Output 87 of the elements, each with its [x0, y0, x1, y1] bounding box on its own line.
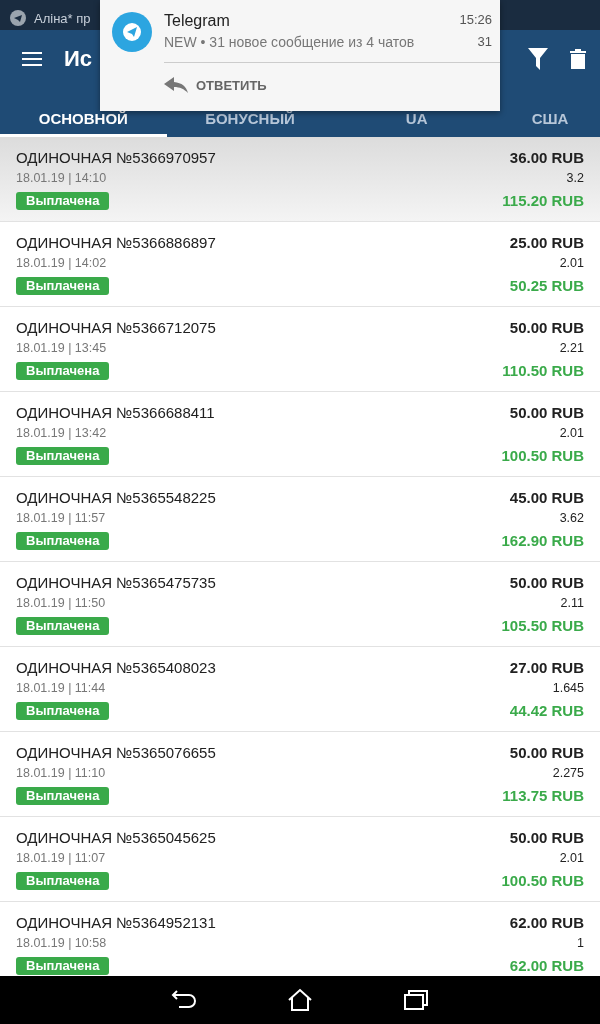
- bet-row[interactable]: ОДИНОЧНАЯ №5365045625 18.01.19 | 11:07 Выплачена 50.00 RUB 2.01 100.50 RUB: [0, 817, 600, 902]
- payout-amount: 100.50 RUB: [501, 447, 584, 465]
- bet-title: ОДИНОЧНАЯ №5365548225: [16, 489, 216, 507]
- bet-date: 18.01.19 | 13:42: [16, 425, 108, 442]
- odds-value: 2.11: [560, 595, 584, 612]
- payout-amount: 115.20 RUB: [502, 192, 584, 210]
- status-badge: Выплачена: [16, 192, 110, 210]
- bet-title: ОДИНОЧНАЯ №5364952131: [16, 914, 216, 932]
- odds-value: 2.01: [559, 255, 584, 272]
- telegram-icon: [112, 12, 152, 52]
- bet-date: 18.01.19 | 14:10: [16, 170, 108, 187]
- bet-date: 18.01.19 | 11:07: [16, 850, 107, 867]
- app-name: Telegram: [164, 12, 230, 30]
- bet-row[interactable]: ОДИНОЧНАЯ №5366886897 18.01.19 | 14:02 Выплачена 25.00 RUB 2.01 50.25 RUB: [0, 222, 600, 307]
- bet-date: 18.01.19 | 10:58: [16, 935, 108, 952]
- bet-date: 18.01.19 | 13:45: [16, 340, 108, 357]
- stake-amount: 50.00 RUB: [509, 829, 584, 847]
- bet-date: 18.01.19 | 11:44: [16, 680, 107, 697]
- status-badge: Выплачена: [16, 957, 110, 975]
- bet-row[interactable]: ОДИНОЧНАЯ №5366688411 18.01.19 | 13:42 Выплачена 50.00 RUB 2.01 100.50 RUB: [0, 392, 600, 477]
- stake-amount: 36.00 RUB: [509, 149, 584, 167]
- payout-amount: 113.75 RUB: [502, 787, 584, 805]
- status-badge: Выплачена: [16, 872, 110, 890]
- bet-date: 18.01.19 | 11:50: [16, 595, 107, 612]
- payout-amount: 110.50 RUB: [502, 362, 584, 380]
- stake-amount: 45.00 RUB: [509, 489, 584, 507]
- payout-amount: 162.90 RUB: [501, 532, 584, 550]
- odds-value: 2.01: [559, 425, 584, 442]
- recent-apps-button[interactable]: [403, 989, 429, 1011]
- payout-amount: 50.25 RUB: [509, 277, 584, 295]
- payout-amount: 105.50 RUB: [501, 617, 584, 635]
- bet-row[interactable]: ОДИНОЧНАЯ №5366970957 18.01.19 | 14:10 Выплачена 36.00 RUB 3.2 115.20 RUB: [0, 137, 600, 222]
- odds-value: 2.21: [559, 340, 584, 357]
- bet-title: ОДИНОЧНАЯ №5366688411: [16, 404, 215, 422]
- status-badge: Выплачена: [16, 787, 110, 805]
- stake-amount: 62.00 RUB: [509, 914, 584, 932]
- status-badge: Выплачена: [16, 702, 110, 720]
- notification-card[interactable]: Telegram 15:26 NEW • 31 новое сообщение из 4 чатов 31 ОТВЕТИТЬ: [100, 0, 500, 111]
- odds-value: 2.275: [552, 765, 584, 782]
- bet-date: 18.01.19 | 14:02: [16, 255, 108, 272]
- trash-icon[interactable]: [570, 49, 586, 69]
- notification-ticker: Аліна* пр: [34, 10, 91, 26]
- odds-value: 2.01: [559, 850, 584, 867]
- bet-title: ОДИНОЧНАЯ №5366970957: [16, 149, 216, 167]
- bet-title: ОДИНОЧНАЯ №5365076655: [16, 744, 216, 762]
- stake-amount: 50.00 RUB: [509, 744, 584, 762]
- home-button[interactable]: [287, 988, 313, 1012]
- bet-date: 18.01.19 | 11:57: [16, 510, 107, 527]
- bet-row[interactable]: ОДИНОЧНАЯ №5365076655 18.01.19 | 11:10 Выплачена 50.00 RUB 2.275 113.75 RUB: [0, 732, 600, 817]
- reply-icon: [164, 77, 188, 93]
- notification-time: 15:26: [459, 12, 492, 29]
- status-badge: Выплачена: [16, 447, 110, 465]
- bet-row[interactable]: ОДИНОЧНАЯ №5365408023 18.01.19 | 11:44 Выплачена 27.00 RUB 1.645 44.42 RUB: [0, 647, 600, 732]
- telegram-icon: [10, 10, 26, 26]
- notification-text: NEW • 31 новое сообщение из 4 чатов: [164, 34, 415, 50]
- odds-value: 3.2: [566, 170, 584, 187]
- status-badge: Выплачена: [16, 532, 110, 550]
- bet-title: ОДИНОЧНАЯ №5365475735: [16, 574, 216, 592]
- reply-button[interactable]: ОТВЕТИТЬ: [164, 73, 267, 97]
- back-button[interactable]: [171, 989, 197, 1011]
- status-badge: Выплачена: [16, 617, 110, 635]
- stake-amount: 25.00 RUB: [509, 234, 584, 252]
- tab[interactable]: США: [500, 88, 600, 137]
- payout-amount: 100.50 RUB: [501, 872, 584, 890]
- stake-amount: 50.00 RUB: [509, 319, 584, 337]
- message-count: 31: [477, 34, 492, 50]
- status-badge: Выплачена: [16, 362, 110, 380]
- odds-value: 1.645: [552, 680, 584, 697]
- odds-value: 1: [577, 935, 584, 952]
- status-badge: Выплачена: [16, 277, 110, 295]
- menu-icon[interactable]: [22, 51, 42, 67]
- stake-amount: 27.00 RUB: [509, 659, 584, 677]
- filter-icon[interactable]: [528, 48, 548, 70]
- odds-value: 3.62: [559, 510, 584, 527]
- screen-title: Ис: [64, 46, 94, 72]
- bet-date: 18.01.19 | 11:10: [16, 765, 107, 782]
- bet-row[interactable]: ОДИНОЧНАЯ №5365548225 18.01.19 | 11:57 Выплачена 45.00 RUB 3.62 162.90 RUB: [0, 477, 600, 562]
- payout-amount: 62.00 RUB: [509, 957, 584, 975]
- bet-row[interactable]: ОДИНОЧНАЯ №5366712075 18.01.19 | 13:45 Выплачена 50.00 RUB 2.21 110.50 RUB: [0, 307, 600, 392]
- bet-title: ОДИНОЧНАЯ №5365408023: [16, 659, 216, 677]
- stake-amount: 50.00 RUB: [509, 574, 584, 592]
- stake-amount: 50.00 RUB: [509, 404, 584, 422]
- bet-title: ОДИНОЧНАЯ №5365045625: [16, 829, 216, 847]
- bet-title: ОДИНОЧНАЯ №5366712075: [16, 319, 216, 337]
- payout-amount: 44.42 RUB: [509, 702, 584, 720]
- bet-row[interactable]: ОДИНОЧНАЯ №5365475735 18.01.19 | 11:50 Выплачена 50.00 RUB 2.11 105.50 RUB: [0, 562, 600, 647]
- bet-title: ОДИНОЧНАЯ №5366886897: [16, 234, 216, 252]
